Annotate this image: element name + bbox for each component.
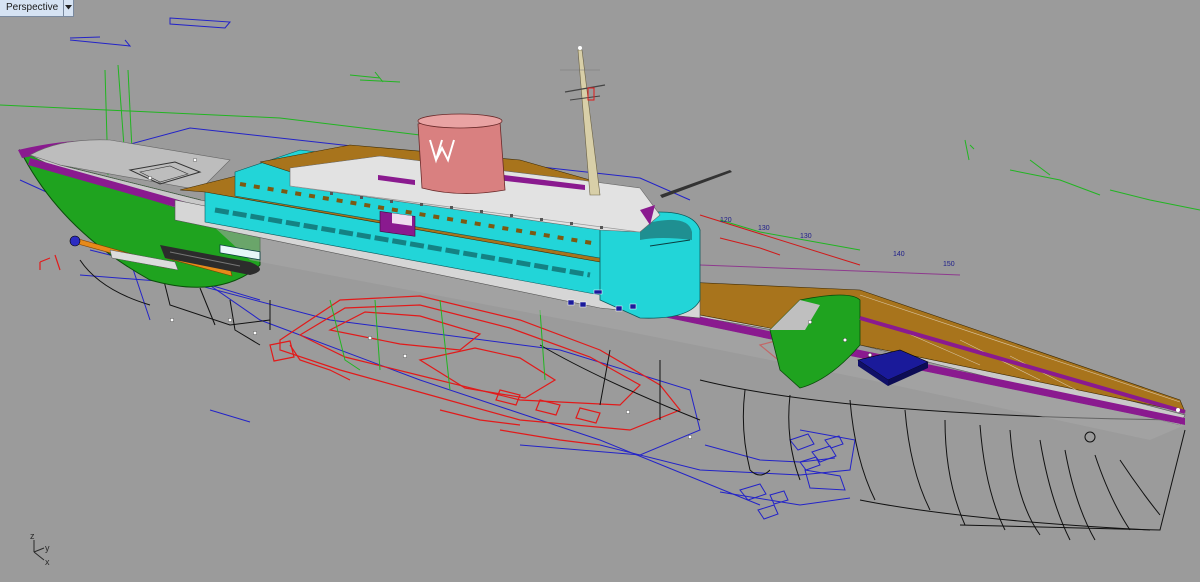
ruler-label-140: 140 [893,251,905,258]
perspective-viewport[interactable]: Perspective 120 130 130 140 150 z y x [0,0,1200,582]
axis-label-y: y [45,543,50,553]
axis-label-x: x [45,557,50,567]
axis-label-z: z [30,531,35,541]
axis-gizmo: z y x [30,531,50,567]
viewport-title-tab[interactable]: Perspective [0,0,75,17]
chevron-down-icon[interactable] [64,0,75,17]
mast[interactable] [560,46,606,196]
ship-model-scene[interactable]: 120 130 130 140 150 z y x [0,0,1200,582]
viewport-title[interactable]: Perspective [0,0,65,17]
ruler-label-120: 120 [720,217,732,224]
ruler-label-150: 150 [943,261,955,268]
ruler-label-130a: 130 [758,225,770,232]
ruler-label-130b: 130 [800,233,812,240]
funnel[interactable] [417,113,506,194]
